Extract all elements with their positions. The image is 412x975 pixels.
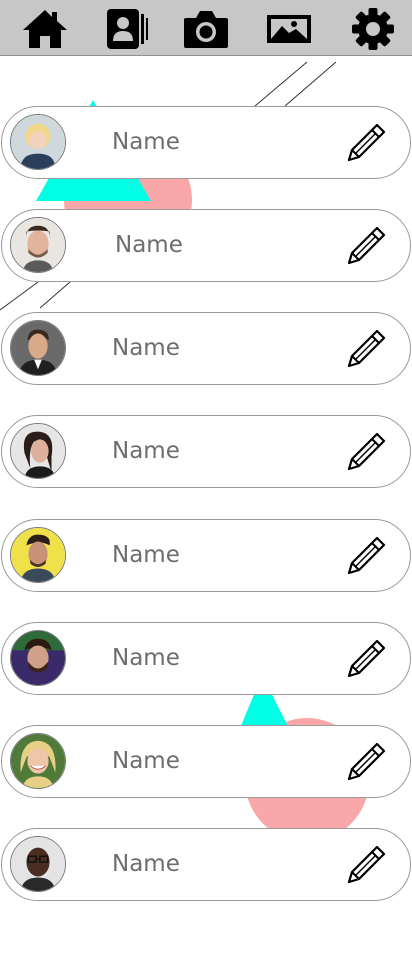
contact-name: Name [112,335,180,361]
contact-name: Name [112,645,180,671]
contact-name: Name [112,748,180,774]
edit-button[interactable] [345,535,387,577]
avatar[interactable] [10,320,66,376]
avatar-photo [11,424,65,478]
avatar[interactable] [10,630,66,686]
avatar-photo [11,528,65,582]
contact-name: Name [112,542,180,568]
avatar[interactable] [10,527,66,583]
pencil-icon [347,123,386,162]
avatar[interactable] [10,836,66,892]
pencil-icon [347,329,386,368]
avatar-photo [11,837,65,891]
edit-button[interactable] [345,431,387,473]
edit-button[interactable] [345,225,387,267]
pencil-icon [347,742,386,781]
edit-button[interactable] [345,328,387,370]
contact-name: Name [112,851,180,877]
contact-row[interactable]: Name [1,519,411,592]
avatar-photo [11,734,65,788]
pencil-icon [347,432,386,471]
edit-button[interactable] [345,122,387,164]
pencil-icon [347,845,386,884]
contact-row[interactable]: Name [1,106,411,179]
contact-row[interactable]: Name [1,828,411,901]
contact-name: Name [112,438,180,464]
pencil-icon [347,639,386,678]
avatar[interactable] [10,217,66,273]
avatar-photo [11,631,65,685]
contact-row[interactable]: Name [1,622,411,695]
contact-name: Name [115,232,183,258]
pencil-icon [347,226,386,265]
edit-button[interactable] [345,741,387,783]
contact-row[interactable]: Name [1,415,411,488]
avatar[interactable] [10,733,66,789]
contact-row[interactable]: Name [1,312,411,385]
avatar[interactable] [10,114,66,170]
edit-button[interactable] [345,844,387,886]
avatar-photo [11,218,65,272]
contact-list: Name Name Name Name Name Name Name Name [0,0,412,975]
avatar[interactable] [10,423,66,479]
edit-button[interactable] [345,638,387,680]
contact-name: Name [112,129,180,155]
contact-row[interactable]: Name [1,209,411,282]
avatar-photo [11,115,65,169]
contact-row[interactable]: Name [1,725,411,798]
avatar-photo [11,321,65,375]
pencil-icon [347,536,386,575]
